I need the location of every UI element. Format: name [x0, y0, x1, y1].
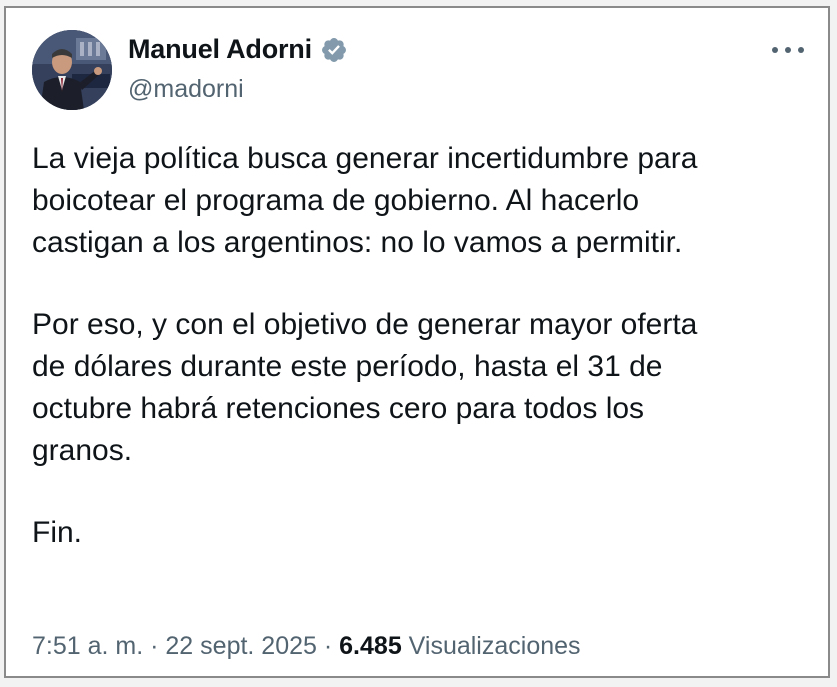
meta-separator: ·	[150, 632, 159, 660]
tweet-text: La vieja política busca generar incertid…	[32, 138, 812, 554]
tweet-paragraph: Por eso, y con el objetivo de generar ma…	[32, 308, 698, 467]
tweet-time[interactable]: 7:51 a. m.	[32, 632, 143, 660]
tweet-date[interactable]: 22 sept. 2025	[165, 632, 317, 660]
more-horizontal-icon	[771, 46, 805, 54]
avatar-image	[32, 30, 112, 110]
tweet-card[interactable]: Manuel Adorni @madorni La vieja política…	[4, 6, 830, 678]
more-options-button[interactable]	[768, 36, 808, 64]
tweet-paragraph: La vieja política busca generar incertid…	[32, 142, 698, 259]
avatar[interactable]	[32, 30, 112, 110]
views-count: 6.485	[339, 632, 402, 660]
verified-badge-icon	[320, 36, 348, 64]
tweet-paragraph: Fin.	[32, 516, 83, 549]
views-label: Visualizaciones	[408, 632, 581, 660]
author-handle[interactable]: @madorni	[128, 75, 244, 104]
author-display-name[interactable]: Manuel Adorni	[128, 34, 312, 65]
meta-separator: ·	[323, 632, 333, 660]
author-name-row: Manuel Adorni	[128, 34, 348, 65]
tweet-meta: 7:51 a. m. · 22 sept. 2025 · 6.485 Visua…	[32, 632, 581, 661]
